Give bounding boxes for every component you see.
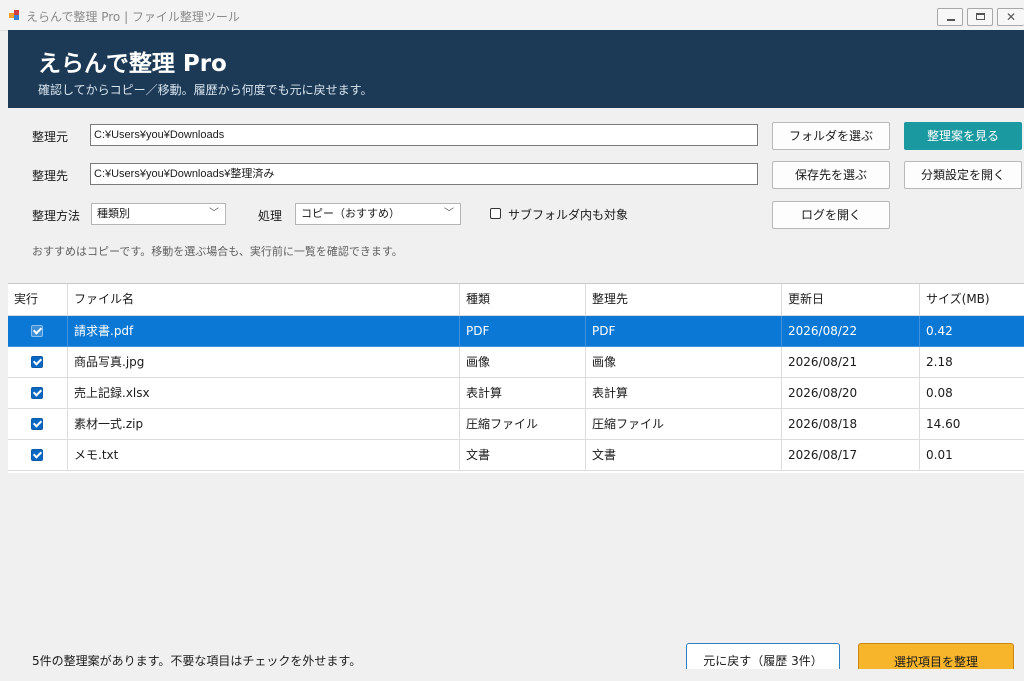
cell-dest: 文書 — [586, 440, 782, 471]
table-row[interactable]: メモ.txt 文書 文書 2026/08/17 0.01 — [8, 440, 1024, 471]
cell-dest: 圧縮ファイル — [586, 409, 782, 440]
cell-date: 2026/08/21 — [782, 347, 920, 378]
cell-dest: 画像 — [586, 347, 782, 378]
cell-name: 商品写真.jpg — [68, 347, 460, 378]
source-label: 整理元 — [32, 130, 69, 144]
cell-dest: 表計算 — [586, 378, 782, 409]
minimize-button[interactable] — [937, 8, 963, 26]
chevron-down-icon: ﹀ — [209, 208, 219, 219]
cell-date: 2026/08/17 — [782, 440, 920, 471]
table-row[interactable]: 素材一式.zip 圧縮ファイル 圧縮ファイル 2026/08/18 14.60 — [8, 409, 1024, 440]
destination-path-input[interactable]: C:¥Users¥you¥Downloads¥整理済み — [90, 163, 758, 185]
row-checkbox[interactable] — [31, 387, 43, 399]
cell-type: 画像 — [460, 347, 586, 378]
row-checkbox-cell — [8, 347, 68, 378]
cell-date: 2026/08/22 — [782, 316, 920, 347]
cell-type: 文書 — [460, 440, 586, 471]
app-header: えらんで整理 Pro 確認してからコピー／移動。履歴から何度でも元に戻せます。 — [8, 30, 1024, 108]
window-title: えらんで整理 Pro | ファイル整理ツール — [26, 10, 240, 24]
row-checkbox-cell — [8, 440, 68, 471]
row-checkbox[interactable] — [31, 356, 43, 368]
row-checkbox[interactable] — [31, 418, 43, 430]
status-message: 5件の整理案があります。不要な項目はチェックを外せます。 — [32, 654, 362, 668]
cell-size: 2.18 — [920, 347, 1024, 378]
cell-dest: PDF — [586, 316, 782, 347]
cell-size: 0.08 — [920, 378, 1024, 409]
subfolder-checkbox[interactable] — [490, 208, 501, 219]
cell-name: メモ.txt — [68, 440, 460, 471]
row-checkbox-cell — [8, 378, 68, 409]
column-header[interactable]: 整理先 — [586, 284, 782, 316]
table-row[interactable]: 請求書.pdf PDF PDF 2026/08/22 0.42 — [8, 316, 1024, 347]
close-button[interactable]: ✕ — [997, 8, 1024, 26]
minimize-icon — [947, 19, 955, 21]
cell-name: 売上記録.xlsx — [68, 378, 460, 409]
action-select[interactable]: コピー（おすすめ） ﹀ — [295, 203, 461, 225]
column-header[interactable]: 種類 — [460, 284, 586, 316]
cell-name: 素材一式.zip — [68, 409, 460, 440]
app-title: えらんで整理 Pro — [38, 51, 227, 77]
subfolder-label: サブフォルダ内も対象 — [508, 208, 629, 222]
table-header: 実行 ファイル名 種類 整理先 更新日 サイズ(MB) — [8, 284, 1024, 316]
cell-name: 請求書.pdf — [68, 316, 460, 347]
cell-type: 圧縮ファイル — [460, 409, 586, 440]
maximize-icon — [976, 13, 985, 20]
column-header[interactable]: 更新日 — [782, 284, 920, 316]
cell-size: 0.42 — [920, 316, 1024, 347]
file-table: 実行 ファイル名 種類 整理先 更新日 サイズ(MB) 請求書.pdf PDF PD… — [8, 283, 1024, 475]
title-bar: えらんで整理 Pro | ファイル整理ツール ✕ — [0, 0, 1024, 31]
choose-folder-button[interactable]: フォルダを選ぶ — [772, 122, 890, 150]
column-header[interactable]: 実行 — [8, 284, 68, 316]
run-selected-button[interactable]: 選択項目を整理 — [858, 643, 1014, 669]
hint-text: おすすめはコピーです。移動を選ぶ場合も、実行前に一覧を確認できます。 — [32, 245, 403, 258]
source-path-input[interactable]: C:¥Users¥you¥Downloads — [90, 124, 758, 146]
table-empty-area — [8, 473, 1024, 636]
cell-size: 14.60 — [920, 409, 1024, 440]
open-log-button[interactable]: ログを開く — [772, 201, 890, 229]
row-checkbox[interactable] — [31, 449, 43, 461]
row-checkbox-cell — [8, 316, 68, 347]
destination-label: 整理先 — [32, 169, 69, 183]
action-label: 処理 — [258, 209, 283, 223]
app-icon — [9, 10, 20, 21]
cell-date: 2026/08/18 — [782, 409, 920, 440]
table-row[interactable]: 売上記録.xlsx 表計算 表計算 2026/08/20 0.08 — [8, 378, 1024, 409]
view-plan-button[interactable]: 整理案を見る — [904, 122, 1022, 150]
undo-button[interactable]: 元に戻す（履歴 3件） — [686, 643, 840, 669]
chevron-down-icon: ﹀ — [444, 208, 454, 219]
column-header[interactable]: ファイル名 — [68, 284, 460, 316]
cell-size: 0.01 — [920, 440, 1024, 471]
cell-date: 2026/08/20 — [782, 378, 920, 409]
method-selected-value: 種類別 — [97, 207, 130, 220]
action-selected-value: コピー（おすすめ） — [301, 207, 400, 220]
cell-type: 表計算 — [460, 378, 586, 409]
column-header[interactable]: サイズ(MB) — [920, 284, 1024, 316]
method-label: 整理方法 — [32, 209, 81, 223]
row-checkbox-cell — [8, 409, 68, 440]
maximize-button[interactable] — [967, 8, 993, 26]
row-checkbox[interactable] — [31, 325, 43, 337]
table-row[interactable]: 商品写真.jpg 画像 画像 2026/08/21 2.18 — [8, 347, 1024, 378]
method-select[interactable]: 種類別 ﹀ — [91, 203, 226, 225]
close-icon: ✕ — [1006, 10, 1017, 24]
open-category-settings-button[interactable]: 分類設定を開く — [904, 161, 1022, 189]
cell-type: PDF — [460, 316, 586, 347]
choose-destination-button[interactable]: 保存先を選ぶ — [772, 161, 890, 189]
app-subtitle: 確認してからコピー／移動。履歴から何度でも元に戻せます。 — [38, 83, 373, 97]
